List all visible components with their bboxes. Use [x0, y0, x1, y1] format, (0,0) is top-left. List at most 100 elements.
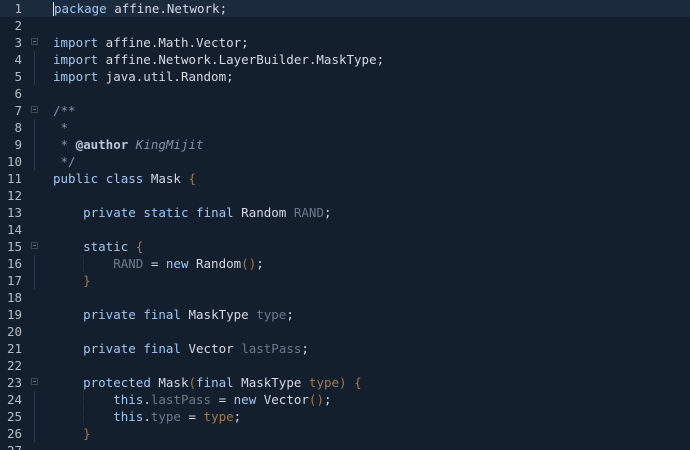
code-text[interactable]: import affine.Math.Vector; — [53, 34, 249, 51]
code-text[interactable]: this.lastPass = new Vector(); — [53, 391, 331, 408]
code-line[interactable]: 13 private static final Random RAND; — [0, 204, 690, 221]
fold-region-line — [34, 68, 35, 85]
code-token: protected — [83, 375, 151, 390]
code-token: { — [354, 375, 362, 390]
code-token: ; — [256, 256, 264, 271]
code-lines[interactable]: 1 package affine.Network; 2 3 import affine.… — [0, 0, 690, 450]
line-number: 13 — [6, 205, 22, 220]
code-line[interactable]: 7 /** — [0, 102, 690, 119]
code-line[interactable]: 21 private final Vector lastPass; — [0, 340, 690, 357]
code-token: } — [83, 426, 91, 441]
code-token: KingMijit — [128, 137, 204, 152]
code-text[interactable]: protected Mask(final MaskType type) { — [53, 374, 362, 391]
code-text[interactable]: * @author KingMijit — [53, 136, 204, 153]
line-number: 10 — [6, 154, 22, 169]
line-number: 16 — [6, 256, 22, 271]
code-token: MaskType — [180, 307, 257, 322]
code-token: () — [308, 392, 324, 407]
code-token: = — [211, 392, 234, 407]
fold-region-line — [34, 136, 35, 153]
code-text[interactable]: package affine.Network; — [53, 0, 227, 17]
code-text[interactable]: public class Mask { — [53, 170, 196, 187]
code-line[interactable]: 27 — [0, 442, 690, 450]
code-text[interactable]: * — [53, 119, 69, 136]
code-token: { — [135, 239, 144, 254]
code-token: ; — [233, 409, 242, 424]
code-token: = — [180, 409, 204, 424]
code-line[interactable]: 16 RAND = new Random(); — [0, 255, 690, 272]
code-token: * — [53, 137, 76, 152]
code-line[interactable]: 26 } — [0, 425, 690, 442]
code-text[interactable]: static { — [53, 238, 143, 255]
code-line[interactable]: 1 package affine.Network; — [0, 0, 690, 17]
code-line[interactable]: 3 import affine.Math.Vector; — [0, 34, 690, 51]
line-number: 17 — [6, 273, 22, 288]
code-line[interactable]: 2 — [0, 17, 690, 34]
code-token: affine.Network.LayerBuilder.MaskType; — [98, 52, 385, 67]
code-text[interactable]: import affine.Network.LayerBuilder.MaskT… — [53, 51, 384, 68]
code-line[interactable]: 14 — [0, 221, 690, 238]
code-token: ) — [339, 375, 347, 390]
fold-toggle-icon[interactable] — [31, 38, 38, 45]
code-token: */ — [53, 154, 76, 169]
code-token: Random — [188, 256, 242, 271]
code-text[interactable]: private final Vector lastPass; — [53, 340, 309, 357]
code-line[interactable]: 23 protected Mask(final MaskType type) { — [0, 374, 690, 391]
code-token: type — [203, 409, 234, 424]
code-text[interactable]: RAND = new Random(); — [53, 255, 264, 272]
code-line[interactable]: 18 — [0, 289, 690, 306]
code-token: } — [83, 273, 91, 288]
code-token: Mask — [150, 375, 189, 390]
code-text[interactable]: import java.util.Random; — [53, 68, 234, 85]
code-line[interactable]: 4 import affine.Network.LayerBuilder.Mask… — [0, 51, 690, 68]
code-text[interactable]: this.type = type; — [53, 408, 241, 425]
code-line[interactable]: 5 import java.util.Random; — [0, 68, 690, 85]
code-text[interactable]: } — [53, 425, 91, 442]
code-token: = — [143, 256, 166, 271]
code-token: new — [165, 256, 189, 271]
code-token: final — [143, 307, 181, 322]
code-line[interactable]: 24 this.lastPass = new Vector(); — [0, 391, 690, 408]
code-line[interactable]: 20 — [0, 323, 690, 340]
code-token: static — [143, 205, 189, 220]
fold-toggle-icon[interactable] — [31, 106, 38, 113]
code-line[interactable]: 17 } — [0, 272, 690, 289]
code-token: private — [83, 341, 136, 356]
code-text[interactable]: private static final Random RAND; — [53, 204, 331, 221]
code-token: package — [54, 1, 107, 16]
code-line[interactable]: 15 static { — [0, 238, 690, 255]
code-line[interactable]: 9 * @author KingMijit — [0, 136, 690, 153]
code-text[interactable]: } — [53, 272, 91, 289]
fold-region-line — [34, 272, 35, 289]
fold-region-line — [34, 425, 35, 442]
code-line[interactable]: 11 public class Mask { — [0, 170, 690, 187]
code-token: () — [241, 256, 257, 271]
code-editor[interactable]: 1 package affine.Network; 2 3 import affine.… — [0, 0, 690, 450]
code-line[interactable]: 22 — [0, 357, 690, 374]
code-line[interactable]: 10 */ — [0, 153, 690, 170]
code-text[interactable]: private final MaskType type; — [53, 306, 294, 323]
code-line[interactable]: 6 — [0, 85, 690, 102]
fold-toggle-icon[interactable] — [31, 242, 38, 249]
code-token: type — [150, 409, 181, 424]
code-token: lastPass — [150, 392, 212, 407]
fold-toggle-icon[interactable] — [31, 378, 38, 385]
code-token: ( — [188, 375, 197, 390]
code-token: * — [53, 120, 69, 135]
code-text[interactable]: /** — [53, 102, 76, 119]
code-text[interactable]: */ — [53, 153, 76, 170]
code-token: Vector — [256, 392, 309, 407]
line-number: 1 — [14, 1, 22, 16]
code-line[interactable]: 25 this.type = type; — [0, 408, 690, 425]
line-number: 18 — [6, 290, 22, 305]
code-line[interactable]: 12 — [0, 187, 690, 204]
code-line[interactable]: 8 * — [0, 119, 690, 136]
line-number: 8 — [14, 120, 22, 135]
code-line[interactable]: 19 private final MaskType type; — [0, 306, 690, 323]
code-token: static — [83, 239, 129, 254]
